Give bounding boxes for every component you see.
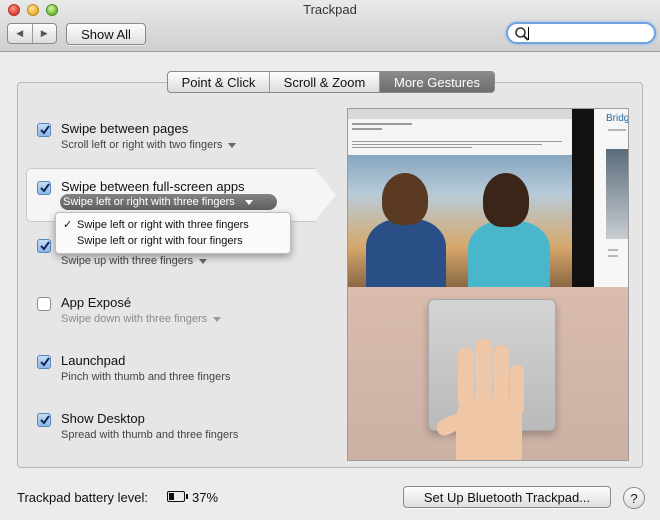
gesture-detail: Scroll left or right with two fingers: [61, 139, 223, 151]
menu-item-four-fingers[interactable]: Swipe left or right with four fingers: [56, 233, 290, 249]
window-toolbar: Trackpad ◀ ▶ Show All: [0, 0, 660, 52]
gesture-option-popup-open[interactable]: Swipe left or right with three fingers: [60, 194, 277, 210]
chevron-down-icon: [213, 316, 222, 322]
checkmark-icon: [40, 415, 50, 425]
swipe-pages-checkbox[interactable]: [37, 123, 51, 137]
show-all-button[interactable]: Show All: [66, 23, 146, 45]
search-input[interactable]: [506, 22, 656, 44]
gesture-preview-video: Bridg: [347, 108, 629, 461]
checkmark-icon: [40, 183, 50, 193]
gesture-detail: Swipe down with three fingers: [61, 313, 208, 325]
battery-icon: [167, 491, 188, 502]
gesture-detail: Spread with thumb and three fingers: [61, 429, 239, 441]
gesture-option-menu: ✓ Swipe left or right with three fingers …: [55, 212, 291, 254]
menu-item-label: Swipe left or right with three fingers: [77, 219, 249, 231]
chevron-down-icon: [228, 142, 237, 148]
app-expose-checkbox[interactable]: [37, 297, 51, 311]
window-title: Trackpad: [303, 2, 357, 17]
chevron-right-icon[interactable]: ▶: [31, 24, 57, 43]
gesture-title: App Exposé: [61, 295, 132, 310]
checkmark-icon: [40, 241, 50, 251]
gesture-option-popup[interactable]: Scroll left or right with two fingers: [61, 139, 237, 151]
chevron-down-icon: [244, 199, 253, 205]
mission-control-checkbox[interactable]: [37, 239, 51, 253]
tab-scroll-zoom[interactable]: Scroll & Zoom: [269, 72, 379, 92]
launchpad-checkbox[interactable]: [37, 355, 51, 369]
gesture-detail: Pinch with thumb and three fingers: [61, 371, 231, 383]
setup-bluetooth-trackpad-button[interactable]: Set Up Bluetooth Trackpad...: [403, 486, 611, 508]
chevron-down-icon: [199, 258, 208, 264]
selection-pointer: [314, 168, 336, 222]
menu-item-label: Swipe left or right with four fingers: [77, 235, 243, 247]
back-forward-control: ◀ ▶: [7, 23, 57, 44]
gesture-title: Swipe between full-screen apps: [61, 179, 245, 194]
gesture-title: Show Desktop: [61, 411, 145, 426]
gesture-title: Launchpad: [61, 353, 126, 368]
preview-screen: Bridg: [348, 109, 629, 287]
checkmark-icon: ✓: [63, 219, 73, 231]
gesture-detail: Swipe up with three fingers: [61, 255, 194, 267]
tab-more-gestures[interactable]: More Gestures: [379, 72, 494, 92]
tab-point-click[interactable]: Point & Click: [168, 72, 269, 92]
gesture-detail: Swipe left or right with three fingers: [63, 196, 235, 208]
tab-bar: Point & Click Scroll & Zoom More Gesture…: [167, 71, 495, 93]
battery-percent: 37%: [192, 490, 219, 505]
show-desktop-checkbox[interactable]: [37, 413, 51, 427]
gesture-title: Swipe between pages: [61, 121, 189, 136]
checkmark-icon: [40, 357, 50, 367]
text-cursor: [528, 27, 529, 40]
preview-webpage: [348, 109, 572, 287]
gesture-option-popup[interactable]: Swipe up with three fingers: [61, 255, 208, 267]
preview-photo: [348, 155, 572, 287]
gesture-option-popup[interactable]: Swipe down with three fingers: [61, 313, 222, 325]
preview-trackpad-demo: [348, 287, 628, 460]
swipe-apps-checkbox[interactable]: [37, 181, 51, 195]
preview-app-title: Bridg: [606, 113, 629, 124]
battery-level-label: Trackpad battery level:: [17, 490, 149, 505]
help-button[interactable]: ?: [623, 487, 645, 509]
menu-item-three-fingers[interactable]: ✓ Swipe left or right with three fingers: [56, 217, 290, 233]
chevron-left-icon[interactable]: ◀: [8, 24, 32, 43]
preview-next-app: Bridg: [594, 109, 629, 287]
checkmark-icon: [40, 125, 50, 135]
